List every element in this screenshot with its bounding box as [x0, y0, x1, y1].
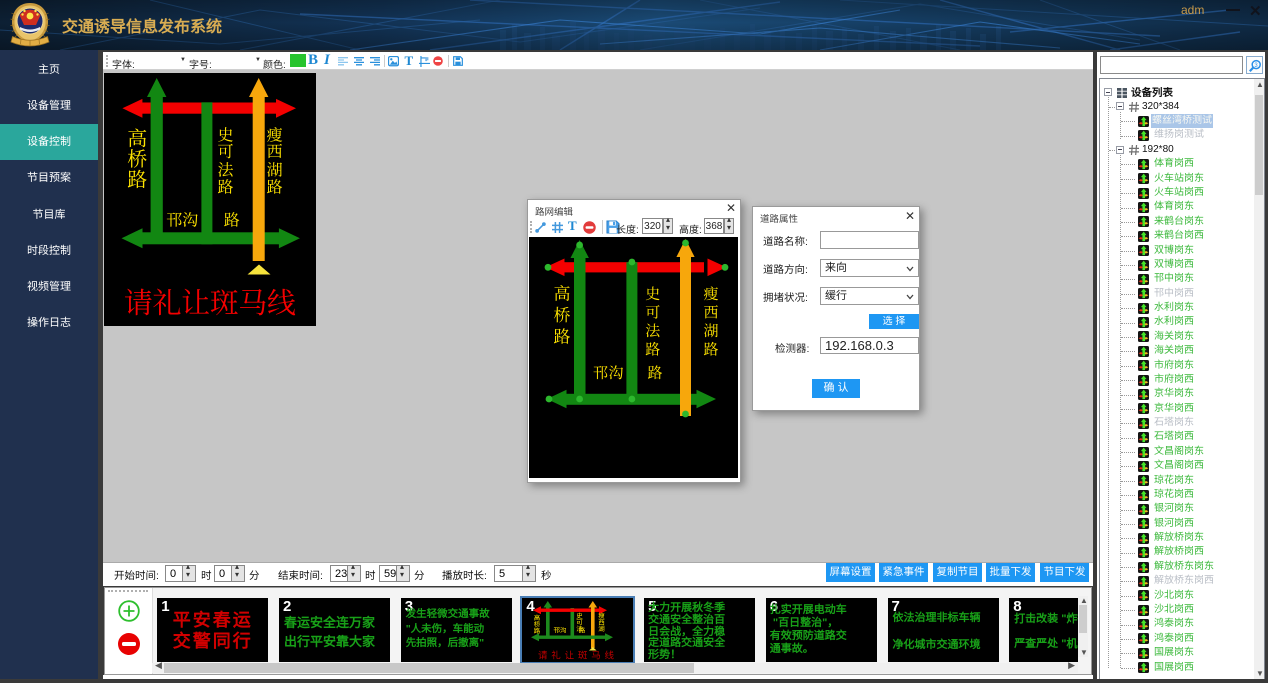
svg-text:路: 路: [127, 164, 147, 193]
svg-text:路: 路: [647, 362, 662, 383]
svg-text:邗: 邗: [166, 208, 182, 231]
svg-text:路: 路: [534, 625, 541, 635]
svg-text:路: 路: [579, 625, 586, 635]
svg-text:路: 路: [703, 339, 718, 360]
svg-text:湖: 湖: [599, 623, 606, 633]
svg-text:沟: 沟: [182, 208, 198, 231]
svg-text:邗沟: 邗沟: [554, 625, 567, 635]
svg-text:沟: 沟: [608, 362, 623, 383]
svg-text:路: 路: [267, 175, 283, 198]
svg-text:路: 路: [224, 208, 240, 231]
svg-text:请礼让斑马线: 请礼让斑马线: [124, 281, 296, 322]
svg-text:邗: 邗: [593, 362, 608, 383]
svg-text:路: 路: [645, 339, 660, 360]
svg-text:路: 路: [217, 175, 233, 198]
svg-text:路: 路: [554, 323, 571, 348]
svg-text:请礼让斑马线: 请礼让斑马线: [538, 648, 614, 662]
